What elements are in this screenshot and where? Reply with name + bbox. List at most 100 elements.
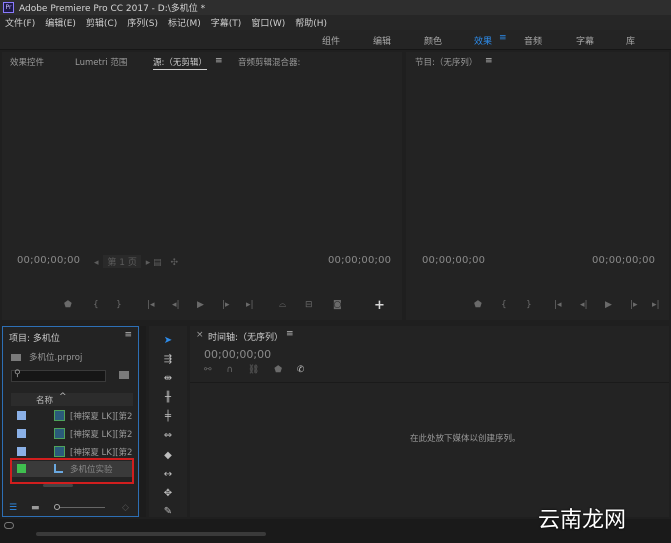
menu-bar: 文件(F) 编辑(E) 剪辑(C) 序列(S) 标记(M) 字幕(T) 窗口(W… (0, 15, 671, 30)
timeline-menu-icon[interactable]: ≡ (286, 329, 294, 339)
tab-effect-controls[interactable]: 效果控件 (10, 56, 44, 68)
step-forward-icon[interactable]: |▸ (222, 300, 230, 310)
program-add-marker-icon[interactable]: ⬟ (474, 300, 482, 310)
workspace-audio[interactable]: 音频 (524, 34, 542, 47)
label-color-swatch[interactable] (17, 429, 26, 438)
snap-icon[interactable]: ∩ (226, 365, 233, 375)
step-back-icon[interactable]: ◂| (172, 300, 180, 310)
list-item[interactable]: [神探夏 LK][第2 (11, 408, 133, 424)
tab-audio-clip-mixer[interactable]: 音频剪辑混合器: (238, 56, 300, 68)
program-go-to-out-icon[interactable]: ▸| (652, 300, 660, 310)
program-mark-out-icon[interactable]: } (526, 300, 532, 310)
workspace-titles[interactable]: 字幕 (576, 34, 594, 47)
source-panel-tabs: 效果控件 Lumetri 范围 源:（无剪辑） ≡ 音频剪辑混合器: (2, 56, 402, 70)
menu-marker[interactable]: 标记(M) (163, 16, 206, 29)
program-play-icon[interactable]: ▶ (605, 300, 612, 310)
mark-in-icon[interactable]: { (93, 300, 99, 310)
list-view-icon[interactable]: ☰ (9, 503, 17, 513)
status-indicator-icon[interactable] (4, 522, 14, 529)
footer-grip-icon[interactable]: ◇ (122, 503, 129, 513)
icon-view-icon[interactable]: ▬ (31, 503, 40, 513)
razor-tool-icon[interactable]: ⇔ (160, 430, 176, 442)
menu-file[interactable]: 文件(F) (0, 16, 40, 29)
button-editor-icon[interactable]: + (374, 298, 385, 313)
track-select-tool-icon[interactable]: ⇶ (160, 354, 176, 366)
window-title: Adobe Premiere Pro CC 2017 - D:\多机位 * (19, 4, 206, 14)
column-header-name[interactable]: 名称 ^ (11, 392, 133, 406)
item-name: [神探夏 LK][第2 (70, 430, 133, 440)
pen-tool-icon[interactable]: ✥ (160, 488, 176, 500)
close-icon[interactable]: × (196, 330, 204, 340)
project-vertical-scrollbar[interactable] (140, 326, 146, 517)
zoom-slider-track[interactable] (55, 507, 105, 508)
source-duration-timecode: 00;00;00;00 (328, 255, 392, 266)
hand-tool-icon[interactable]: ✎ (160, 506, 176, 518)
tools-panel: ➤ ⇶ ⇹ ╫ ╪ ⇔ ◆ ↔ ✥ ✎ (149, 326, 187, 517)
overwrite-icon[interactable]: ⊟ (305, 300, 313, 310)
label-color-swatch[interactable] (17, 411, 26, 420)
wrench-icon[interactable]: ✆ (297, 365, 305, 375)
nest-toggle-icon[interactable]: ⚯ (204, 365, 212, 375)
media-clip-icon (54, 446, 65, 457)
program-step-back-icon[interactable]: ◂| (580, 300, 588, 310)
rate-stretch-tool-icon[interactable]: ╪ (160, 411, 176, 423)
add-marker-icon[interactable]: ⬟ (274, 365, 282, 375)
mark-out-icon[interactable]: } (116, 300, 122, 310)
timeline-timecode[interactable]: 00;00;00;00 (204, 348, 271, 361)
go-to-out-icon[interactable]: ▸| (246, 300, 254, 310)
export-frame-icon[interactable]: ◙ (333, 300, 342, 310)
workspace-menu-icon[interactable]: ≡ (499, 33, 507, 43)
menu-edit[interactable]: 编辑(E) (40, 16, 81, 29)
menu-title[interactable]: 字幕(T) (206, 16, 247, 29)
ripple-edit-tool-icon[interactable]: ⇹ (160, 373, 176, 385)
timeline-panel: × 时间轴:（无序列） ≡ 00;00;00;00 ⚯ ∩ ⛓ ⬟ ✆ 在此处放… (190, 326, 669, 517)
page-list-icon[interactable]: ▤ (153, 258, 162, 268)
label-color-swatch[interactable] (17, 447, 26, 456)
workspace-assembly[interactable]: 组件 (322, 34, 340, 47)
source-panel-menu-icon[interactable]: ≡ (215, 56, 223, 66)
play-icon[interactable]: ▶ (197, 300, 204, 310)
workspace-libraries[interactable]: 库 (626, 34, 635, 47)
project-panel-title[interactable]: 项目: 多机位 (9, 331, 60, 344)
selection-tool-icon[interactable]: ➤ (160, 335, 176, 347)
next-page-icon[interactable]: ▸ (146, 258, 151, 268)
timeline-divider (190, 382, 669, 383)
tab-lumetri-scopes[interactable]: Lumetri 范围 (75, 56, 127, 68)
settings-dots-icon[interactable]: ✣ (171, 258, 179, 268)
timeline-title[interactable]: 时间轴:（无序列） (208, 330, 283, 343)
project-search-input[interactable]: ⚲ (11, 369, 106, 382)
program-step-forward-icon[interactable]: |▸ (630, 300, 638, 310)
program-go-to-in-icon[interactable]: |◂ (554, 300, 562, 310)
empty-timeline-hint: 在此处放下媒体以创建序列。 (410, 434, 521, 444)
tab-source[interactable]: 源:（无剪辑） (153, 56, 207, 70)
menu-clip[interactable]: 剪辑(C) (81, 16, 122, 29)
linked-selection-icon[interactable]: ⛓ (248, 365, 259, 375)
search-icon: ⚲ (14, 369, 21, 379)
workspace-color[interactable]: 颜色 (424, 34, 442, 47)
slip-tool-icon[interactable]: ◆ (160, 450, 176, 462)
program-panel-menu-icon[interactable]: ≡ (485, 56, 493, 66)
go-to-in-icon[interactable]: |◂ (147, 300, 155, 310)
menu-help[interactable]: 帮助(H) (290, 16, 332, 29)
slide-tool-icon[interactable]: ↔ (160, 469, 176, 481)
project-file-name: 多机位.prproj (29, 353, 83, 363)
workspace-editing[interactable]: 编辑 (373, 34, 391, 47)
new-bin-icon[interactable] (119, 371, 129, 379)
workspace-effects[interactable]: 效果 (474, 34, 492, 47)
program-mark-in-icon[interactable]: { (501, 300, 507, 310)
sort-ascending-icon[interactable]: ^ (59, 392, 67, 402)
project-horizontal-scrollbar[interactable] (43, 484, 73, 487)
rolling-edit-tool-icon[interactable]: ╫ (160, 392, 176, 404)
project-panel-menu-icon[interactable]: ≡ (124, 330, 132, 340)
add-marker-icon[interactable]: ⬟ (64, 300, 72, 310)
source-playhead-timecode[interactable]: 00;00;00;00 (17, 255, 80, 266)
list-item[interactable]: [神探夏 LK][第2 (11, 426, 133, 442)
prev-page-icon[interactable]: ◂ (94, 258, 99, 268)
bottom-horizontal-scrollbar[interactable] (36, 532, 266, 536)
menu-sequence[interactable]: 序列(S) (122, 16, 163, 29)
program-playhead-timecode[interactable]: 00;00;00;00 (422, 255, 485, 266)
insert-icon[interactable]: ⌓ (279, 300, 286, 310)
tab-program[interactable]: 节目:（无序列） (415, 56, 477, 68)
zoom-slider-handle[interactable] (54, 504, 60, 510)
menu-window[interactable]: 窗口(W) (246, 16, 290, 29)
